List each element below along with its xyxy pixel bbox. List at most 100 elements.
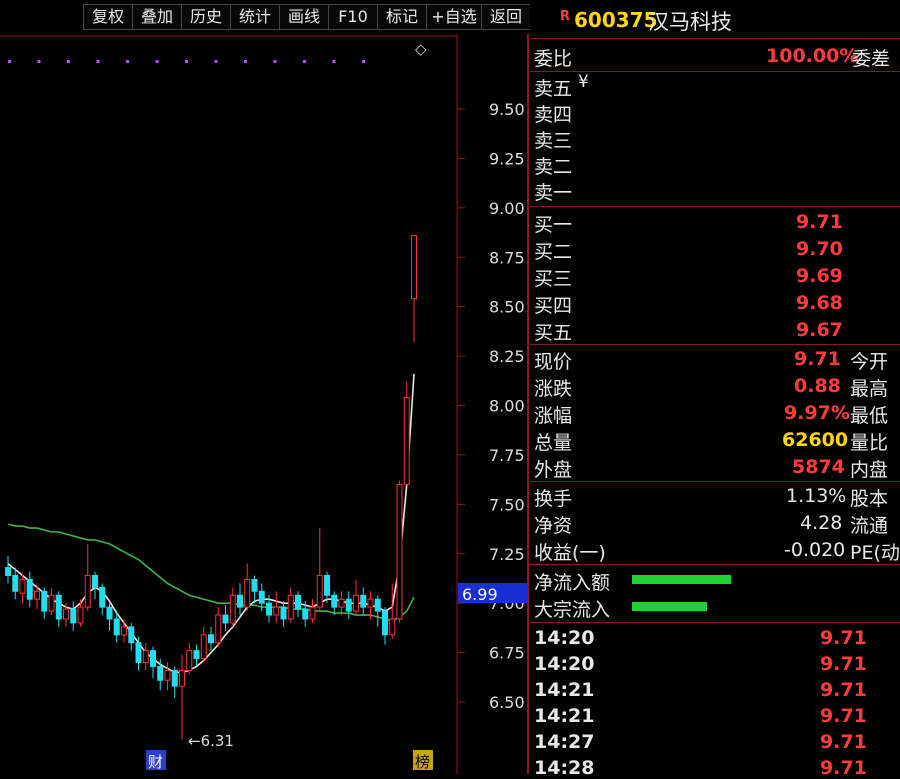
marker-left-text: 财 (148, 753, 163, 771)
tick-time: 14:20 (534, 653, 595, 675)
event-dot (37, 60, 41, 63)
fund-label-netasset: 净资 (534, 515, 573, 537)
flow-bar-net (632, 575, 731, 584)
axis-tick-label: 7.25 (489, 545, 525, 564)
candle (215, 607, 222, 647)
candle-body (121, 626, 127, 636)
f10-button[interactable]: F10 (328, 4, 378, 30)
candle-body (295, 594, 301, 610)
axis-tick-label: 9.50 (489, 100, 525, 119)
fund-label-float: 流通 (850, 515, 889, 537)
candle-body (215, 614, 222, 644)
candle (142, 642, 149, 671)
candle-body (403, 397, 410, 486)
overlay-button[interactable]: 叠加 (132, 4, 182, 30)
candle-body (411, 235, 417, 300)
history-button[interactable]: 历史 (181, 4, 231, 30)
divider (530, 564, 900, 565)
event-dot (96, 60, 100, 63)
candle-body (99, 586, 106, 608)
add-watchlist-button[interactable]: +自选 (426, 4, 482, 30)
candle-body (222, 614, 229, 624)
candle (48, 587, 55, 616)
candle-body (251, 578, 258, 592)
diamond-icon[interactable]: ◇ (415, 40, 427, 58)
candle (229, 587, 236, 627)
tick-price: 9.71 (820, 705, 867, 727)
axis-tick-label: 8.00 (489, 397, 525, 416)
candle-body (353, 594, 359, 612)
candlestick-chart[interactable]: ◇ 9.50 9.25 9.00 8.75 8.50 8.25 8.00 7.75 7.50 7.… (0, 34, 530, 774)
tick-price: 9.71 (820, 757, 867, 779)
candle-body (273, 606, 280, 616)
candle-body (171, 669, 178, 687)
sell3-label: 卖三 (534, 130, 573, 152)
candle (92, 571, 98, 600)
tick-price: 9.71 (820, 679, 867, 701)
quote-value-pct: 9.97% (784, 402, 850, 424)
candle-body (34, 590, 40, 600)
candle (26, 571, 33, 608)
axis-tick-label: 9.25 (489, 149, 525, 168)
divider (530, 481, 900, 482)
candle-body (345, 598, 352, 612)
candle-body (382, 610, 388, 636)
candle (251, 575, 258, 604)
candle-body (70, 608, 77, 624)
candle-body (193, 650, 200, 660)
sell5-extra: ¥ (578, 72, 589, 92)
candle-body (280, 606, 287, 620)
candle (382, 607, 388, 645)
candle-body (200, 634, 207, 660)
candle-body (128, 626, 135, 644)
fuquan-button[interactable]: 复权 (83, 4, 133, 30)
axis-tick-label: 8.75 (489, 248, 525, 267)
draw-line-button[interactable]: 画线 (279, 4, 329, 30)
quote-label-price: 现价 (534, 351, 573, 373)
divider (530, 622, 900, 623)
flow-bar-block (632, 602, 707, 611)
event-dot (67, 60, 70, 63)
sell2-label: 卖二 (534, 156, 573, 178)
candle (360, 587, 367, 616)
sell5-label: 卖五 (534, 78, 573, 100)
candle-body (63, 608, 69, 620)
event-dot (185, 60, 188, 63)
candle (150, 646, 156, 679)
candle-body (150, 650, 156, 667)
tick-time: 14:27 (534, 731, 595, 753)
candle-body (367, 598, 374, 608)
candle (70, 601, 77, 631)
candle-body (244, 578, 251, 608)
marker-right-text: 榜 (415, 753, 430, 771)
mark-button[interactable]: 标记 (377, 4, 427, 30)
candle (280, 601, 287, 627)
buy1-label: 买一 (534, 214, 573, 236)
candle-body (77, 606, 84, 624)
candle-body (324, 574, 330, 596)
back-button[interactable]: 返回 (481, 4, 531, 30)
tick-time: 14:28 (534, 757, 595, 779)
quote-value-outer: 5874 (792, 456, 845, 478)
quote-label-change: 涨跌 (534, 378, 573, 400)
candle-body (48, 594, 55, 612)
buy5-label: 买五 (534, 322, 573, 344)
statistics-button[interactable]: 统计 (230, 4, 280, 30)
candle-body (19, 578, 26, 594)
candle-body (309, 606, 316, 620)
quote-value-change: 0.88 (794, 375, 841, 397)
candle (34, 583, 40, 610)
candle-body (106, 606, 113, 620)
quote-value-price: 9.71 (794, 348, 841, 370)
tick-time: 14:21 (534, 705, 595, 727)
candle (193, 644, 200, 667)
axis-tick-label: 6.75 (489, 644, 525, 663)
candle-body (338, 598, 345, 608)
candle-body (287, 594, 294, 620)
candle-body (374, 598, 381, 612)
candle-body (258, 590, 265, 604)
low-price-label: ←6.31 (188, 732, 234, 750)
candle-body (179, 669, 185, 687)
quote-label-pct: 涨幅 (534, 405, 573, 427)
candle (77, 599, 84, 627)
